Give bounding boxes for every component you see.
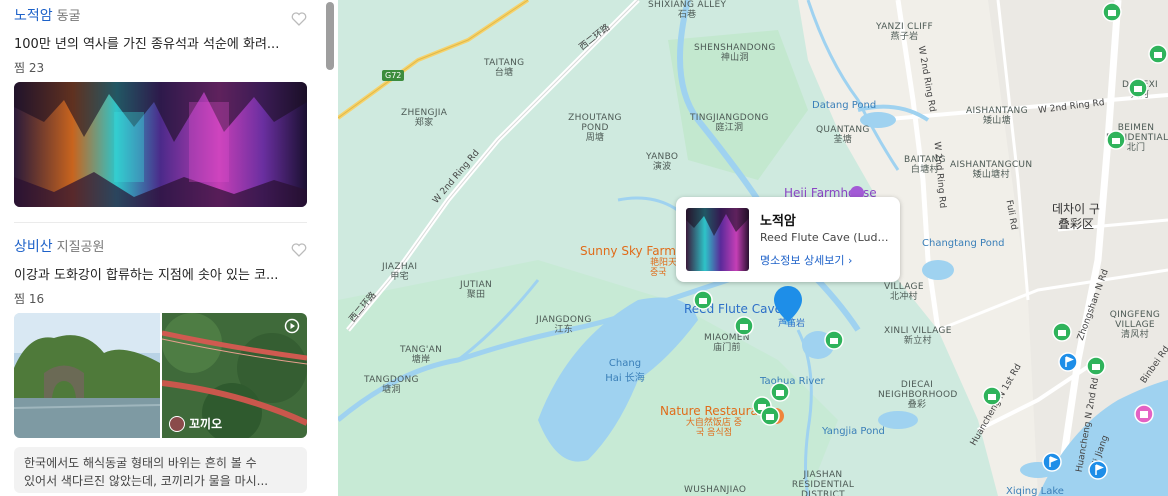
water-label: Datang Pond xyxy=(812,100,877,111)
green-place-pin-icon[interactable] xyxy=(824,330,844,350)
green-place-pin-icon[interactable] xyxy=(760,406,780,426)
area-label: JIANGDONG 江东 xyxy=(536,315,592,335)
green-place-pin-icon[interactable] xyxy=(734,316,754,336)
district-label: 데차이 구 叠彩区 xyxy=(1052,202,1100,231)
area-label: SHENSHANDONG 神山洞 xyxy=(694,43,776,63)
area-label: WUSHANJIAO xyxy=(684,485,747,495)
highway-shield: G72 xyxy=(382,70,405,81)
area-label: ZHENGJIA 郑家 xyxy=(401,108,448,128)
place-category: 동굴 xyxy=(56,9,81,24)
cave-photo[interactable] xyxy=(14,82,307,207)
popup-subtitle: Reed Flute Cave (Ludi Y... xyxy=(760,231,890,244)
map-view[interactable]: G72 SHIXIANG ALLEY 石巷 SHENSHANDONG 神山洞 TAI… xyxy=(338,0,1168,496)
green-place-pin-icon[interactable] xyxy=(1086,356,1106,376)
place-likes: 찜 16 xyxy=(14,292,45,306)
divider xyxy=(14,222,307,223)
area-label: QINGFENG VILLAGE 清风村 xyxy=(1109,310,1161,340)
area-label: TANGDONG 塘洞 xyxy=(364,375,419,395)
area-label: QUANTANG 荃塘 xyxy=(816,125,870,145)
green-place-pin-icon[interactable] xyxy=(1052,322,1072,342)
selected-location-marker-icon[interactable] xyxy=(772,284,804,328)
scrollbar-thumb[interactable] xyxy=(326,2,334,70)
green-place-pin-icon[interactable] xyxy=(1102,2,1122,22)
water-label: Chang Hai 长海 xyxy=(605,358,645,384)
popup-title: 노적암 xyxy=(760,214,796,229)
elephant-hill-photo[interactable] xyxy=(14,313,160,438)
green-place-pin-icon[interactable] xyxy=(982,386,1002,406)
place-category: 지질공원 xyxy=(56,240,105,255)
area-label: TANG'AN 塘岸 xyxy=(400,345,443,365)
pink-place-pin-icon[interactable] xyxy=(1134,404,1154,424)
water-label: Changtang Pond xyxy=(922,238,1005,249)
results-panel: 노적암 동굴 100만 년의 역사를 가진 종유석과 석순에 화려... 찜 2… xyxy=(0,0,339,496)
area-label: YANZI CLIFF 燕子岩 xyxy=(876,22,933,42)
place-name[interactable]: 상비산 xyxy=(14,236,53,256)
popup-thumbnail[interactable] xyxy=(686,208,749,271)
area-label: YANBO 演波 xyxy=(646,152,679,172)
place-card-elephant-trunk-hill[interactable]: 상비산 지질공원 이강과 도화강이 합류하는 지점에 솟아 있는 코... 찜 … xyxy=(14,236,307,307)
heart-icon[interactable] xyxy=(291,242,307,258)
blue-flag-pin-icon[interactable] xyxy=(1088,460,1108,480)
area-label: MIAOMEN 庙门前 xyxy=(704,333,750,353)
review-author[interactable]: 꼬끼오 xyxy=(169,415,222,432)
water-label: Yangjia Pond xyxy=(822,426,885,437)
area-label: VILLAGE 北冲村 xyxy=(884,282,924,302)
area-label: JIAZHAI 甲宅 xyxy=(382,262,418,282)
area-label: JUTIAN 聚田 xyxy=(460,280,493,300)
video-play-icon[interactable] xyxy=(284,318,300,334)
blue-flag-pin-icon[interactable] xyxy=(1042,452,1062,472)
green-place-pin-icon[interactable] xyxy=(1128,78,1148,98)
area-label: ZHOUTANG POND 周塘 xyxy=(568,113,622,143)
poi-sub-label: 大自然饭店 중국 음식점 xyxy=(685,418,743,438)
place-description: 이강과 도화강이 합류하는 지점에 솟아 있는 코... xyxy=(14,268,279,283)
green-place-pin-icon[interactable] xyxy=(693,290,713,310)
place-popup-card[interactable]: 노적암 Reed Flute Cave (Ludi Y... 명소정보 상세보기… xyxy=(676,197,900,282)
green-place-pin-icon[interactable] xyxy=(1148,44,1168,64)
poi-label-sunny-sky-farms[interactable]: Sunny Sky Farms xyxy=(580,244,682,258)
place-description: 100만 년의 역사를 가진 종유석과 석순에 화려... xyxy=(14,37,280,52)
scrollbar-track[interactable] xyxy=(325,0,335,496)
water-label: Xiqing Lake xyxy=(1006,486,1064,496)
heart-icon[interactable] xyxy=(291,11,307,27)
area-label: SHIXIANG ALLEY 石巷 xyxy=(648,0,727,20)
place-card-reed-flute-cave[interactable]: 노적암 동굴 100만 년의 역사를 가진 종유석과 석순에 화려... 찜 2… xyxy=(14,5,307,76)
area-label: DIECAI NEIGHBORHOOD 叠彩 xyxy=(878,380,958,410)
area-label: TAITANG 台塘 xyxy=(484,58,525,78)
area-label: JIASHAN RESIDENTIAL DISTRICT xyxy=(791,470,855,496)
area-label: AISHANTANG 矮山塘 xyxy=(966,106,1028,126)
area-label: TINGJIANGDONG 庭江洞 xyxy=(690,113,769,133)
area-label: XINLI VILLAGE 新立村 xyxy=(884,326,952,346)
place-likes: 찜 23 xyxy=(14,61,45,75)
blue-flag-pin-icon[interactable] xyxy=(1058,352,1078,372)
avatar xyxy=(169,415,185,432)
review-snippet[interactable]: 한국에서도 해식동굴 형태의 바위는 흔히 볼 수 있어서 색다르진 않았는데,… xyxy=(14,447,307,493)
green-place-pin-icon[interactable] xyxy=(770,382,790,402)
place-name[interactable]: 노적암 xyxy=(14,5,53,25)
green-place-pin-icon[interactable] xyxy=(1106,130,1126,150)
area-label: AISHANTANGCUN 矮山塘村 xyxy=(950,160,1033,180)
place-details-link[interactable]: 명소정보 상세보기 › xyxy=(760,252,852,268)
